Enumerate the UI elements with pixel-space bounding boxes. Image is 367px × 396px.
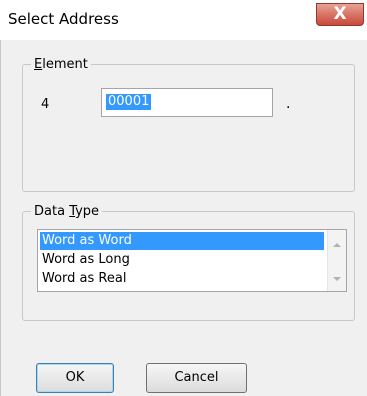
element-group-legend: Element	[31, 57, 91, 72]
element-address-value: 00001	[106, 94, 152, 110]
scroll-up-icon[interactable]	[333, 243, 341, 247]
cancel-button[interactable]: Cancel	[146, 363, 247, 393]
datatype-option-word-as-long[interactable]: Word as Long	[40, 251, 324, 269]
window-title: Select Address	[8, 10, 119, 28]
element-legend-accel: E	[34, 57, 43, 72]
element-group	[22, 64, 355, 192]
ok-button[interactable]: OK	[36, 363, 114, 393]
datatype-option-word-as-real[interactable]: Word as Real	[40, 270, 324, 288]
element-legend-rest: lement	[42, 57, 88, 72]
element-suffix: .	[286, 96, 291, 112]
scroll-down-icon[interactable]	[333, 277, 341, 281]
datatype-legend-rest: ype	[75, 204, 100, 219]
datatype-legend-prefix: Data	[34, 204, 70, 219]
datatype-option-word-as-word[interactable]: Word as Word	[40, 232, 324, 250]
listbox-scrollbar[interactable]	[327, 230, 346, 291]
element-number: 4	[41, 97, 50, 112]
close-icon: X	[333, 4, 347, 24]
title-bar: Select Address X	[0, 0, 367, 40]
element-address-input[interactable]: 00001	[101, 88, 273, 117]
close-button[interactable]: X	[316, 3, 364, 26]
datatype-listbox[interactable]: Word as Word Word as Long Word as Real	[37, 229, 347, 292]
datatype-group-legend: Data Type	[31, 204, 103, 219]
